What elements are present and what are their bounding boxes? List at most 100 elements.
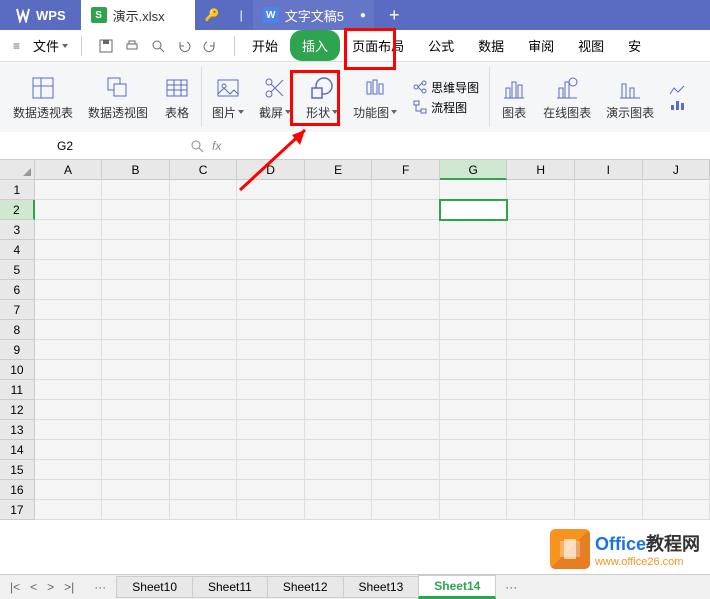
row-header[interactable]: 16 xyxy=(0,480,35,500)
sparkline-col[interactable] xyxy=(669,99,688,111)
redo-icon[interactable] xyxy=(201,37,219,55)
cell[interactable] xyxy=(643,340,710,360)
cell[interactable] xyxy=(170,400,238,420)
cell[interactable] xyxy=(35,240,103,260)
cell[interactable] xyxy=(575,440,643,460)
cell[interactable] xyxy=(643,260,710,280)
cell[interactable] xyxy=(643,460,710,480)
cell[interactable] xyxy=(575,400,643,420)
cell[interactable] xyxy=(170,440,238,460)
col-header[interactable]: J xyxy=(643,160,710,180)
cell[interactable] xyxy=(643,360,710,380)
cell[interactable] xyxy=(440,220,508,240)
cell[interactable] xyxy=(507,180,575,200)
cell[interactable] xyxy=(170,360,238,380)
cell[interactable] xyxy=(102,480,170,500)
cell[interactable] xyxy=(372,460,440,480)
cell[interactable] xyxy=(170,460,238,480)
ribbon-tab-formula[interactable]: 公式 xyxy=(416,30,466,61)
document-tab-inactive[interactable]: W 文字文稿5 ● xyxy=(253,0,374,30)
cell[interactable] xyxy=(440,240,508,260)
col-header[interactable]: B xyxy=(102,160,170,180)
cell[interactable] xyxy=(575,200,643,220)
cell[interactable] xyxy=(575,260,643,280)
picture-button[interactable]: 图片 xyxy=(201,67,249,127)
cell[interactable] xyxy=(35,280,103,300)
cell[interactable] xyxy=(305,440,373,460)
cell[interactable] xyxy=(305,180,373,200)
cell[interactable] xyxy=(237,360,305,380)
cell[interactable] xyxy=(440,380,508,400)
cell[interactable] xyxy=(237,340,305,360)
ribbon-tab-review[interactable]: 审阅 xyxy=(516,30,566,61)
screenshot-button[interactable]: 截屏 xyxy=(254,67,296,127)
row-header[interactable]: 9 xyxy=(0,340,35,360)
cell[interactable] xyxy=(35,380,103,400)
shapes-button[interactable]: 形状 xyxy=(301,67,343,127)
cell[interactable] xyxy=(237,480,305,500)
sparkline-line[interactable] xyxy=(669,84,688,96)
cell[interactable] xyxy=(102,240,170,260)
cell[interactable] xyxy=(35,340,103,360)
cell[interactable] xyxy=(507,360,575,380)
row-header[interactable]: 17 xyxy=(0,500,35,520)
select-all-corner[interactable] xyxy=(0,160,35,180)
cell[interactable] xyxy=(35,200,103,220)
cell[interactable] xyxy=(507,420,575,440)
cell[interactable] xyxy=(170,300,238,320)
cell[interactable] xyxy=(372,340,440,360)
sheet-nav-last[interactable]: >| xyxy=(59,580,79,594)
cell[interactable] xyxy=(372,420,440,440)
cell[interactable] xyxy=(440,480,508,500)
cell[interactable] xyxy=(507,400,575,420)
cell[interactable] xyxy=(575,220,643,240)
col-header[interactable]: A xyxy=(35,160,103,180)
cell[interactable] xyxy=(440,400,508,420)
cell[interactable] xyxy=(643,300,710,320)
cell[interactable] xyxy=(102,500,170,520)
cell[interactable] xyxy=(305,340,373,360)
ribbon-tab-insert[interactable]: 插入 xyxy=(290,30,340,61)
cell[interactable] xyxy=(237,180,305,200)
cell[interactable] xyxy=(372,400,440,420)
cell[interactable] xyxy=(575,460,643,480)
online-chart-button[interactable]: 在线图表 xyxy=(538,67,596,127)
cell[interactable] xyxy=(305,400,373,420)
cell[interactable] xyxy=(237,440,305,460)
cell[interactable] xyxy=(35,300,103,320)
cell[interactable] xyxy=(170,280,238,300)
cell[interactable] xyxy=(35,320,103,340)
cell[interactable] xyxy=(170,180,238,200)
save-icon[interactable] xyxy=(97,37,115,55)
cell[interactable] xyxy=(372,320,440,340)
cell[interactable] xyxy=(507,460,575,480)
cell[interactable] xyxy=(372,180,440,200)
cell[interactable] xyxy=(35,260,103,280)
cell-selected[interactable] xyxy=(440,200,508,220)
chart-button[interactable]: 图表 xyxy=(489,67,533,127)
cell[interactable] xyxy=(35,420,103,440)
new-tab-button[interactable]: + xyxy=(374,5,415,26)
col-header[interactable]: D xyxy=(237,160,305,180)
cell[interactable] xyxy=(237,300,305,320)
cell[interactable] xyxy=(237,420,305,440)
cell[interactable] xyxy=(440,180,508,200)
cell[interactable] xyxy=(507,240,575,260)
cell[interactable] xyxy=(305,460,373,480)
cell[interactable] xyxy=(575,280,643,300)
cell[interactable] xyxy=(643,180,710,200)
row-header[interactable]: 4 xyxy=(0,240,35,260)
cell[interactable] xyxy=(440,340,508,360)
cell[interactable] xyxy=(170,340,238,360)
cell[interactable] xyxy=(35,440,103,460)
cell[interactable] xyxy=(305,320,373,340)
cell[interactable] xyxy=(237,240,305,260)
cell[interactable] xyxy=(237,380,305,400)
cell[interactable] xyxy=(507,260,575,280)
cell[interactable] xyxy=(643,500,710,520)
cell[interactable] xyxy=(237,220,305,240)
cell[interactable] xyxy=(170,260,238,280)
smartart-button[interactable]: 功能图 xyxy=(348,67,402,127)
row-header[interactable]: 1 xyxy=(0,180,35,200)
cell[interactable] xyxy=(372,240,440,260)
